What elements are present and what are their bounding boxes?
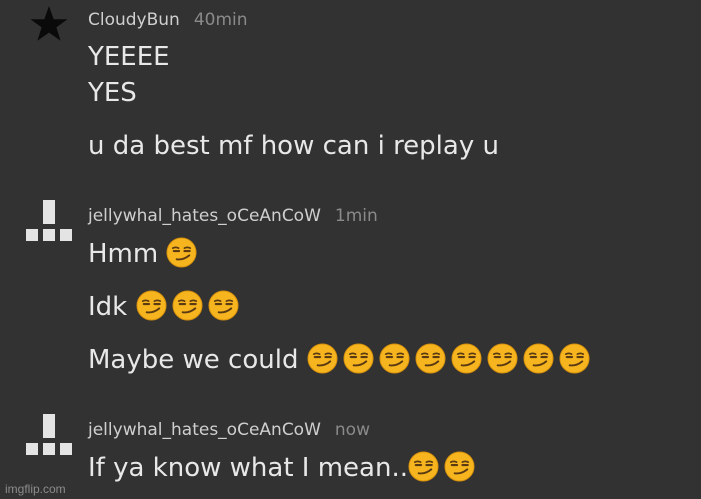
watermark: imgflip.com: [5, 482, 66, 496]
smirking-face-emoji: [166, 237, 197, 268]
message-text: YEEEE: [88, 42, 170, 72]
message-line: Idk: [88, 290, 239, 323]
message-text: u da best mf how can i replay u: [88, 131, 499, 161]
smirking-face-emoji: [172, 290, 203, 321]
block-avatar-icon[interactable]: [26, 414, 72, 460]
username[interactable]: CloudyBun: [88, 10, 180, 30]
message-line: Maybe we could: [88, 343, 590, 376]
message-text: Hmm: [88, 239, 159, 269]
message-text: YES: [88, 78, 137, 108]
smirking-face-emoji: [343, 343, 374, 374]
timestamp: 40min: [193, 10, 248, 30]
emoji-run: [136, 292, 239, 322]
smirking-face-emoji: [379, 343, 410, 374]
emoji-run: [166, 239, 197, 269]
smirking-face-emoji: [559, 343, 590, 374]
smirking-face-emoji: [415, 343, 446, 374]
message-header: jellywhal_hates_oCeAnCoW now: [88, 420, 370, 440]
chat-screen: CloudyBun 40min YEEEE YES u da best mf ho…: [0, 0, 701, 499]
message-line: If ya know what I mean..: [88, 451, 475, 484]
timestamp: 1min: [334, 206, 378, 226]
emoji-run: [307, 345, 590, 375]
message-text: If ya know what I mean..: [88, 453, 408, 483]
smirking-face-emoji: [444, 451, 475, 482]
star-icon[interactable]: [29, 5, 69, 45]
block-avatar-icon[interactable]: [26, 200, 72, 246]
timestamp: now: [334, 420, 370, 440]
message-text: Idk: [88, 292, 128, 322]
smirking-face-emoji: [408, 451, 439, 482]
smirking-face-emoji: [451, 343, 482, 374]
username[interactable]: jellywhal_hates_oCeAnCoW: [88, 206, 321, 226]
emoji-run: [408, 453, 475, 483]
smirking-face-emoji: [208, 290, 239, 321]
smirking-face-emoji: [136, 290, 167, 321]
smirking-face-emoji: [307, 343, 338, 374]
message-header: CloudyBun 40min: [88, 10, 248, 30]
message-line: Hmm: [88, 237, 197, 270]
username[interactable]: jellywhal_hates_oCeAnCoW: [88, 420, 321, 440]
message-text: Maybe we could: [88, 345, 299, 375]
smirking-face-emoji: [523, 343, 554, 374]
smirking-face-emoji: [487, 343, 518, 374]
message-header: jellywhal_hates_oCeAnCoW 1min: [88, 206, 378, 226]
